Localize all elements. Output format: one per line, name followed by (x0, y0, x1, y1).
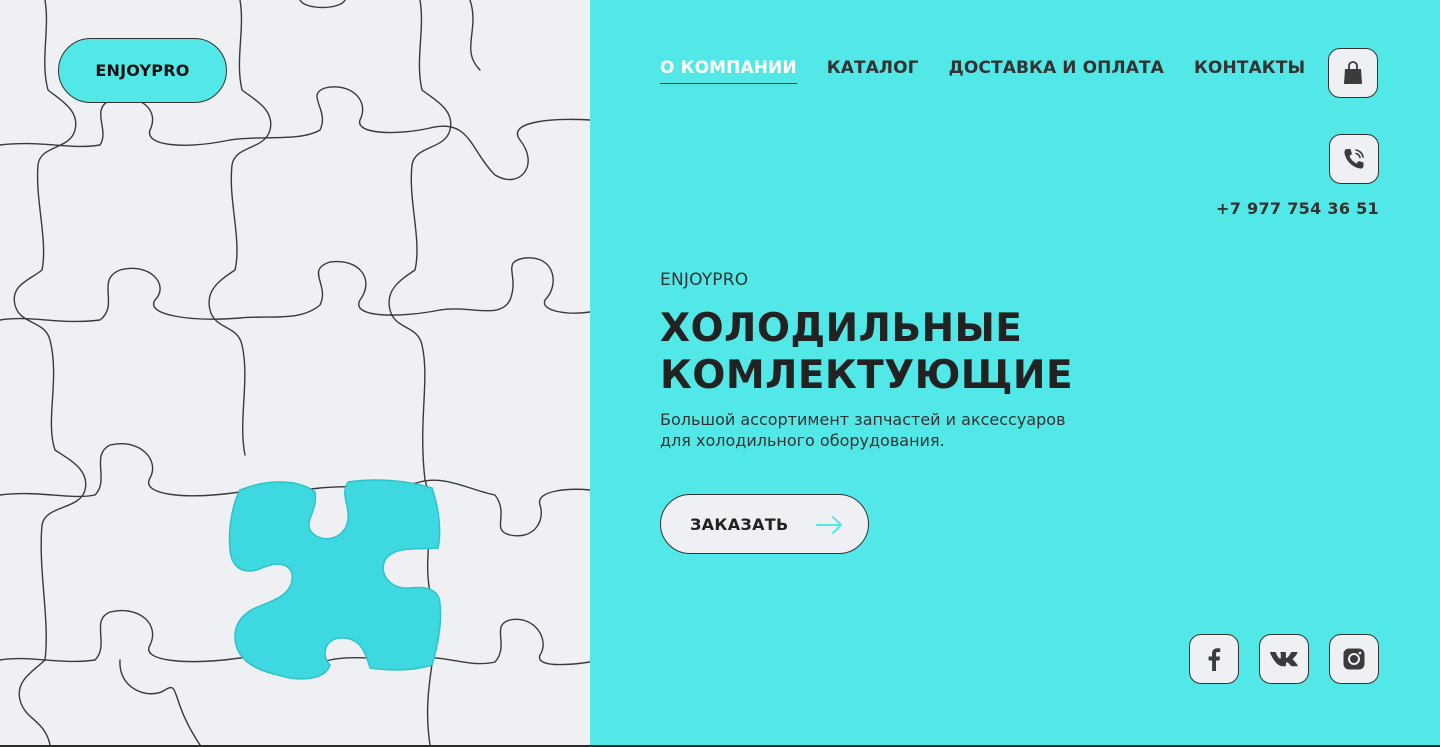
order-button[interactable]: ЗАКАЗАТЬ (660, 494, 869, 554)
arrow-right-icon (816, 516, 842, 534)
main-nav: О КОМПАНИИ КАТАЛОГ ДОСТАВКА И ОПЛАТА КОН… (660, 58, 1305, 84)
cart-button[interactable] (1328, 48, 1378, 98)
nav-item-about[interactable]: О КОМПАНИИ (660, 58, 797, 84)
vk-button[interactable] (1259, 634, 1309, 684)
logo-button[interactable]: ENJOYPRO (58, 38, 227, 103)
phone-number[interactable]: +7 977 754 36 51 (1216, 199, 1379, 218)
phone-icon (1344, 149, 1364, 169)
puzzle-illustration (0, 0, 590, 745)
order-button-label: ЗАКАЗАТЬ (690, 514, 789, 534)
nav-item-delivery[interactable]: ДОСТАВКА И ОПЛАТА (949, 58, 1164, 84)
shopping-bag-icon (1344, 61, 1362, 84)
vk-icon (1270, 652, 1298, 667)
instagram-button[interactable] (1329, 634, 1379, 684)
nav-item-catalog[interactable]: КАТАЛОГ (827, 58, 919, 84)
hero-image-puzzle (0, 0, 590, 745)
hero-subtitle: Большой ассортимент запчастей и аксессуа… (660, 409, 1066, 451)
facebook-button[interactable] (1189, 634, 1239, 684)
hero-eyebrow: ENJOYPRO (660, 270, 749, 290)
nav-item-contacts[interactable]: КОНТАКТЫ (1194, 58, 1305, 84)
facebook-icon (1208, 648, 1221, 671)
instagram-icon (1343, 648, 1365, 670)
hero-title-line2: КОМЛЕКТУЮЩИЕ (660, 353, 1073, 398)
phone-button[interactable] (1329, 134, 1379, 184)
hero-content-panel: О КОМПАНИИ КАТАЛОГ ДОСТАВКА И ОПЛАТА КОН… (590, 0, 1440, 745)
logo-text: ENJOYPRO (95, 61, 190, 80)
hero-subtitle-line2: для холодильного оборудования. (660, 431, 945, 450)
hero-subtitle-line1: Большой ассортимент запчастей и аксессуа… (660, 410, 1066, 429)
hero-title-line1: ХОЛОДИЛЬНЫЕ (660, 306, 1023, 351)
hero-title: ХОЛОДИЛЬНЫЕ КОМЛЕКТУЮЩИЕ (660, 305, 1073, 399)
